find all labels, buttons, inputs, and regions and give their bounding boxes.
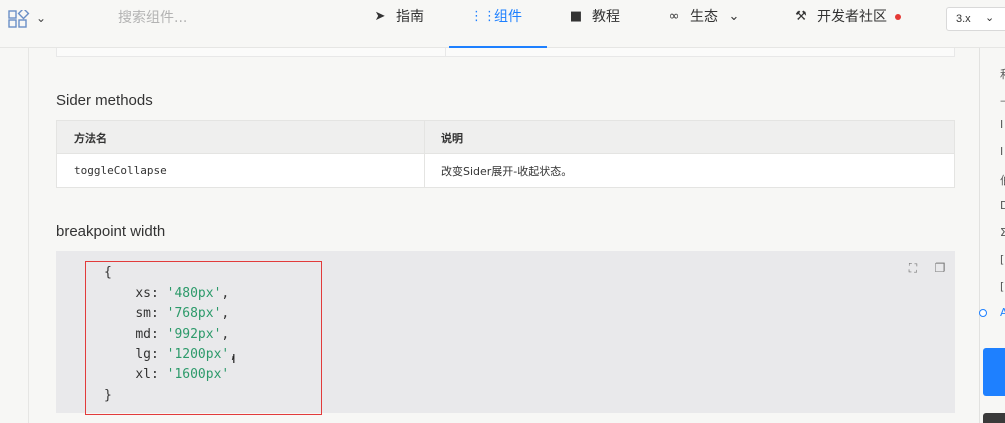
toc-item[interactable]: [ <box>1000 280 1004 293</box>
nav-components[interactable]: ⋮⋮ 组件 <box>449 0 547 48</box>
nav-tutorials[interactable]: ■ 教程 <box>568 0 620 48</box>
copy-icon[interactable]: ❐ <box>933 261 947 275</box>
notification-dot <box>895 14 901 20</box>
toc-rail-line <box>979 48 980 423</box>
section-title-sider-methods: Sider methods <box>56 92 153 109</box>
search-input[interactable] <box>118 8 298 28</box>
table-cell-method: toggleCollapse <box>74 164 167 177</box>
nav-components-label: 组件 <box>494 9 522 25</box>
content-left-border <box>28 48 29 423</box>
column-divider <box>445 48 446 56</box>
toc-item[interactable]: I <box>1000 145 1003 158</box>
toc-item[interactable]: — <box>1000 94 1005 107</box>
logo-icon[interactable] <box>8 10 30 28</box>
chevron-down-icon: ⌄ <box>728 9 740 24</box>
toc-item[interactable]: 和 <box>1000 66 1005 82</box>
code-line: sm: '768px', <box>135 306 230 321</box>
code-line-open: { <box>104 265 112 280</box>
grid-icon: ⋮⋮ <box>470 9 496 24</box>
toc-item[interactable]: [ <box>1000 253 1004 266</box>
code-line: md: '992px', <box>135 327 230 342</box>
video-icon: ■ <box>569 9 583 24</box>
infinity-icon: ∞ <box>668 9 680 24</box>
nav-guide-label: 指南 <box>396 9 424 25</box>
toc-active-indicator <box>979 309 987 317</box>
nav-developer-community[interactable]: ⚒ 开发者社区 <box>793 0 901 48</box>
chevron-down-icon: ⌄ <box>985 12 995 24</box>
promo-card[interactable] <box>983 348 1005 396</box>
code-line: xs: '480px', <box>135 286 230 301</box>
table-cell-description: 改变Sider展开-收起状态。 <box>441 165 573 178</box>
section-title-breakpoint-width: breakpoint width <box>56 223 166 240</box>
previous-table-last-row <box>56 48 955 57</box>
toc-item[interactable]: 伯 <box>1000 172 1005 188</box>
toc-item[interactable]: Σ <box>1000 226 1005 239</box>
top-navbar: ⌄ ➤ 指南 ⋮⋮ 组件 ■ 教程 ∞ 生态 ⌄ ⚒ 开发者社区 3.x ⌄ <box>0 0 1005 48</box>
fullscreen-icon[interactable]: ⛶ <box>906 261 920 275</box>
nav-tutorials-label: 教程 <box>592 9 620 25</box>
chevron-down-icon[interactable]: ⌄ <box>36 11 46 25</box>
version-select[interactable]: 3.x ⌄ <box>946 7 1005 31</box>
code-line-close: } <box>104 388 112 403</box>
toc-item[interactable]: D <box>1000 199 1005 212</box>
nav-ecosystem[interactable]: ∞ 生态 ⌄ <box>666 0 742 48</box>
compass-icon: ➤ <box>374 9 386 24</box>
version-value: 3.x <box>956 13 971 25</box>
table-header-row <box>57 121 954 154</box>
code-line: lg: '1200px', <box>135 347 238 362</box>
nav-developer-community-label: 开发者社区 <box>817 9 887 25</box>
methods-table: 方法名 说明 toggleCollapse 改变Sider展开-收起状态。 <box>56 120 955 188</box>
toc-item-active[interactable]: A <box>1000 306 1005 319</box>
nav-guide[interactable]: ➤ 指南 <box>372 0 424 48</box>
tools-icon: ⚒ <box>795 9 807 24</box>
column-divider <box>424 121 425 187</box>
text-cursor-icon: I <box>232 351 236 366</box>
promo-card-dark[interactable] <box>983 413 1005 423</box>
toc-item[interactable]: I <box>1000 118 1003 131</box>
table-header-description: 说明 <box>441 132 463 145</box>
nav-ecosystem-label: 生态 <box>690 9 718 25</box>
code-line: xl: '1600px' <box>135 367 230 382</box>
table-header-method-name: 方法名 <box>74 132 107 145</box>
code-block[interactable]: { xs: '480px', sm: '768px', md: '992px',… <box>56 251 955 415</box>
